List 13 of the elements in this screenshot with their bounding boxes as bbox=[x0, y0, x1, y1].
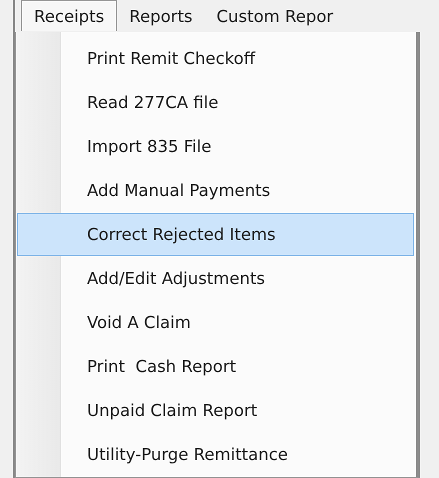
menu-item[interactable]: Receipts bbox=[21, 0, 118, 31]
menu-item[interactable]: Print Remit Checkoff bbox=[17, 37, 414, 80]
menu-item[interactable]: Add Manual Payments bbox=[17, 169, 414, 212]
menu-item[interactable]: Unpaid Claim Report bbox=[17, 389, 414, 432]
menu-item[interactable]: Custom Repor bbox=[204, 0, 346, 31]
menu-item[interactable]: Utility-Purge Remittance bbox=[17, 433, 414, 476]
menu-item[interactable]: Read 277CA file bbox=[17, 81, 414, 124]
menu-item[interactable]: Void A Claim bbox=[17, 301, 414, 344]
menu-item[interactable]: Import 835 File bbox=[17, 125, 414, 168]
menu-item[interactable]: Correct Rejected Items bbox=[17, 213, 414, 256]
menu-item[interactable]: Add/Edit Adjustments bbox=[17, 257, 414, 300]
menu-item[interactable]: Reports bbox=[117, 0, 205, 31]
menu-item[interactable]: Print Cash Report bbox=[17, 345, 414, 388]
